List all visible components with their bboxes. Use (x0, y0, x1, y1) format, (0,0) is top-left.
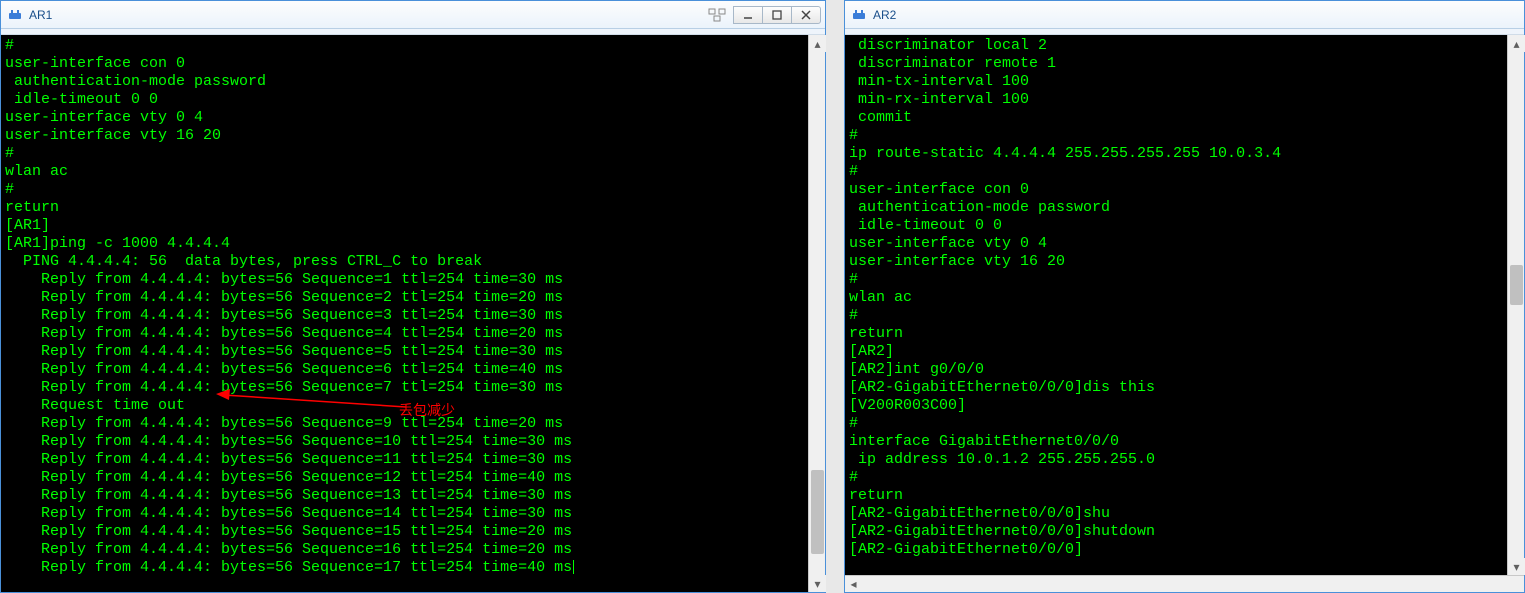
terminal-line: user-interface con 0 (5, 55, 804, 73)
terminal-line: PING 4.4.4.4: 56 data bytes, press CTRL_… (5, 253, 804, 271)
terminal-line: # (849, 127, 1503, 145)
text-cursor (573, 560, 574, 574)
horizontal-scrollbar[interactable]: ◂ (845, 575, 1524, 592)
terminal-line: Reply from 4.4.4.4: bytes=56 Sequence=10… (5, 433, 804, 451)
terminal-line: user-interface vty 0 4 (849, 235, 1503, 253)
terminal-line: [AR2] (849, 343, 1503, 361)
scroll-down-icon[interactable]: ▾ (1508, 558, 1525, 575)
scroll-up-icon[interactable]: ▴ (1508, 35, 1525, 52)
terminal-line: [AR1]ping -c 1000 4.4.4.4 (5, 235, 804, 253)
terminal-line: Reply from 4.4.4.4: bytes=56 Sequence=1 … (5, 271, 804, 289)
window-title: AR1 (29, 8, 52, 22)
terminal-line: user-interface con 0 (849, 181, 1503, 199)
terminal-line: discriminator remote 1 (849, 55, 1503, 73)
terminal-line: min-rx-interval 100 (849, 91, 1503, 109)
terminal-line: ip route-static 4.4.4.4 255.255.255.255 … (849, 145, 1503, 163)
terminal-line: Reply from 4.4.4.4: bytes=56 Sequence=17… (5, 559, 804, 577)
terminal-line: # (849, 469, 1503, 487)
scroll-up-icon[interactable]: ▴ (809, 35, 826, 52)
terminal-line: discriminator local 2 (849, 37, 1503, 55)
minimize-button[interactable] (733, 6, 763, 24)
terminal-line: interface GigabitEthernet0/0/0 (849, 433, 1503, 451)
terminal-line: Reply from 4.4.4.4: bytes=56 Sequence=11… (5, 451, 804, 469)
terminal-line: [AR1] (5, 217, 804, 235)
terminal-line: Reply from 4.4.4.4: bytes=56 Sequence=13… (5, 487, 804, 505)
terminal-line: # (849, 163, 1503, 181)
scroll-down-icon[interactable]: ▾ (809, 575, 826, 592)
terminal-line: idle-timeout 0 0 (5, 91, 804, 109)
vertical-scrollbar[interactable]: ▴ ▾ (808, 35, 825, 592)
scrollbar-thumb[interactable] (1510, 265, 1523, 305)
terminal-line: ip address 10.0.1.2 255.255.255.0 (849, 451, 1503, 469)
terminal-line: # (5, 37, 804, 55)
terminal-line: Reply from 4.4.4.4: bytes=56 Sequence=9 … (5, 415, 804, 433)
terminal-line: [AR2-GigabitEthernet0/0/0]dis this (849, 379, 1503, 397)
terminal-line: [AR2-GigabitEthernet0/0/0] (849, 541, 1503, 559)
terminal-line: Reply from 4.4.4.4: bytes=56 Sequence=4 … (5, 325, 804, 343)
terminal-line: [AR2-GigabitEthernet0/0/0]shu (849, 505, 1503, 523)
terminal-ar1[interactable]: #user-interface con 0 authentication-mod… (1, 35, 808, 592)
terminal-line: Reply from 4.4.4.4: bytes=56 Sequence=14… (5, 505, 804, 523)
terminal-line: authentication-mode password (5, 73, 804, 91)
terminal-line: return (849, 487, 1503, 505)
terminal-line: Reply from 4.4.4.4: bytes=56 Sequence=5 … (5, 343, 804, 361)
titlebar-ar1[interactable]: AR1 (1, 1, 825, 29)
terminal-line: Reply from 4.4.4.4: bytes=56 Sequence=15… (5, 523, 804, 541)
terminal-line: Reply from 4.4.4.4: bytes=56 Sequence=12… (5, 469, 804, 487)
terminal-line: # (5, 145, 804, 163)
terminal-line: authentication-mode password (849, 199, 1503, 217)
terminal-line: Reply from 4.4.4.4: bytes=56 Sequence=7 … (5, 379, 804, 397)
terminal-line: Request time out (5, 397, 804, 415)
window-ar1: AR1 #user-interface con 0 authentication… (0, 0, 826, 593)
restore-position-icon[interactable] (706, 6, 728, 24)
router-icon (7, 7, 23, 23)
terminal-line: Reply from 4.4.4.4: bytes=56 Sequence=3 … (5, 307, 804, 325)
terminal-ar2[interactable]: discriminator local 2 discriminator remo… (845, 35, 1507, 575)
scroll-left-icon[interactable]: ◂ (845, 576, 862, 593)
terminal-line: commit (849, 109, 1503, 127)
terminal-line: [AR2]int g0/0/0 (849, 361, 1503, 379)
terminal-line: wlan ac (5, 163, 804, 181)
terminal-line: return (849, 325, 1503, 343)
window-title: AR2 (873, 8, 896, 22)
terminal-line: [AR2-GigabitEthernet0/0/0]shutdown (849, 523, 1503, 541)
terminal-line: Reply from 4.4.4.4: bytes=56 Sequence=6 … (5, 361, 804, 379)
maximize-button[interactable] (762, 6, 792, 24)
titlebar-ar2[interactable]: AR2 (845, 1, 1524, 29)
close-button[interactable] (791, 6, 821, 24)
terminal-line: Reply from 4.4.4.4: bytes=56 Sequence=2 … (5, 289, 804, 307)
terminal-line: user-interface vty 16 20 (849, 253, 1503, 271)
terminal-line: # (849, 271, 1503, 289)
vertical-scrollbar[interactable]: ▴ ▾ (1507, 35, 1524, 575)
terminal-line: [V200R003C00] (849, 397, 1503, 415)
terminal-line: user-interface vty 0 4 (5, 109, 804, 127)
terminal-line: # (5, 181, 804, 199)
terminal-line: # (849, 415, 1503, 433)
terminal-line: user-interface vty 16 20 (5, 127, 804, 145)
window-ar2: AR2 discriminator local 2 discriminator … (844, 0, 1525, 593)
terminal-line: Reply from 4.4.4.4: bytes=56 Sequence=16… (5, 541, 804, 559)
window-controls (706, 6, 821, 24)
router-icon (851, 7, 867, 23)
terminal-line: return (5, 199, 804, 217)
hscroll-track[interactable] (862, 576, 1524, 593)
scrollbar-thumb[interactable] (811, 470, 824, 554)
terminal-line: idle-timeout 0 0 (849, 217, 1503, 235)
terminal-line: wlan ac (849, 289, 1503, 307)
terminal-line: # (849, 307, 1503, 325)
terminal-line: min-tx-interval 100 (849, 73, 1503, 91)
